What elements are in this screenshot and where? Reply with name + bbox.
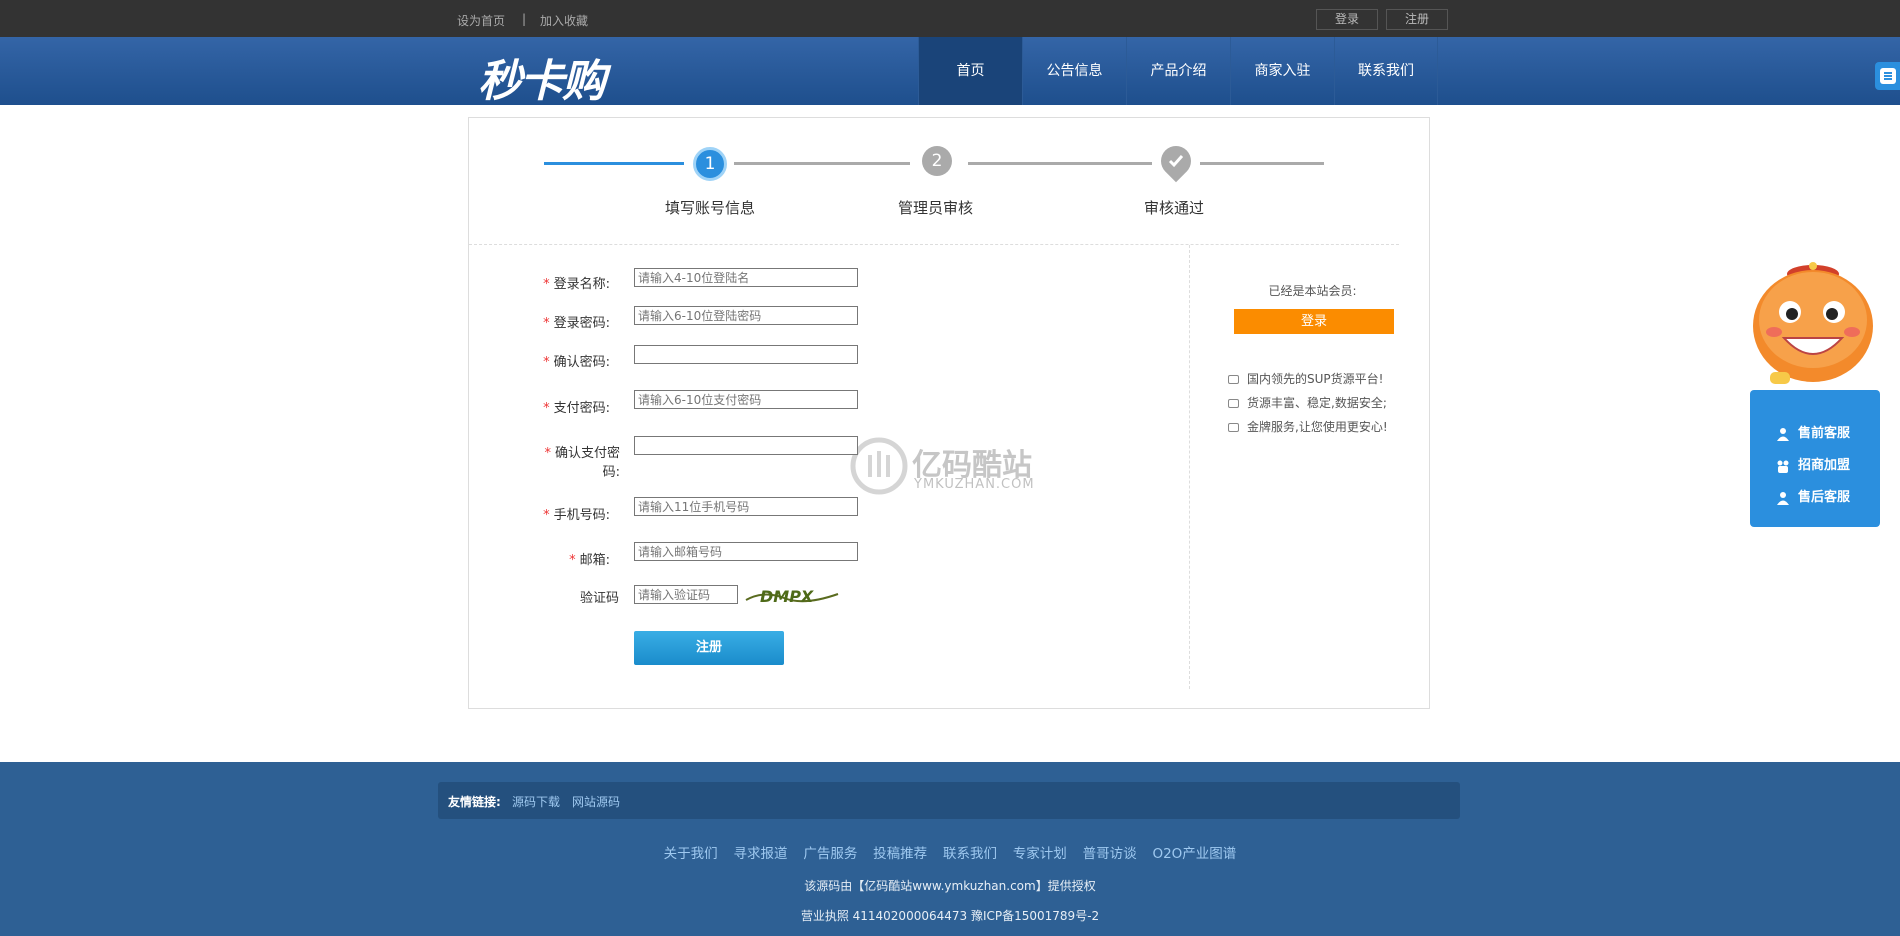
presale-service-link[interactable]: 售前客服: [1776, 422, 1850, 441]
person-icon: [1777, 491, 1789, 505]
confirm-password-label: * 确认密码:: [543, 355, 610, 370]
aftersale-service-link[interactable]: 售后客服: [1776, 486, 1850, 505]
footer-links: 关于我们 寻求报道 广告服务 投稿推荐 联系我们 专家计划 普哥访谈 O2O产业…: [0, 842, 1900, 862]
check-icon: [1168, 155, 1184, 168]
feature-item: 金牌服务,让您使用更安心!: [1228, 418, 1388, 435]
chat-bubble-icon: [1228, 423, 1239, 432]
footer-copyright: 该源码由【亿码酷站www.ymkuzhan.com】提供授权: [804, 879, 1096, 893]
email-label: * 邮箱:: [569, 553, 610, 568]
side-share-tab[interactable]: [1875, 62, 1900, 90]
share-icon: [1880, 68, 1896, 84]
footer-link[interactable]: 联系我们: [943, 846, 997, 862]
franchise-link[interactable]: 招商加盟: [1776, 454, 1850, 473]
nav-products[interactable]: 产品介绍: [1126, 37, 1230, 105]
step-3-marker: [1154, 139, 1198, 183]
footer-link[interactable]: 投稿推荐: [873, 846, 927, 862]
phone-label: * 手机号码:: [543, 508, 610, 523]
login-password-label: * 登录密码:: [543, 316, 610, 331]
nav-home[interactable]: 首页: [918, 37, 1022, 105]
logo[interactable]: 秒卡购: [478, 45, 606, 109]
top-login-button[interactable]: 登录: [1316, 9, 1378, 30]
footer-link[interactable]: 专家计划: [1013, 846, 1067, 862]
mascot-icon: [1753, 262, 1873, 384]
column-divider: [1189, 245, 1190, 689]
footer-link[interactable]: 普哥访谈: [1083, 846, 1137, 862]
member-prompt: 已经是本站会员:: [1268, 284, 1357, 298]
login-name-label: * 登录名称:: [543, 277, 610, 292]
login-password-input[interactable]: [634, 306, 858, 325]
step-1-label: 填写账号信息: [665, 199, 756, 217]
watermark-subtext: YMKUZHAN.COM: [914, 477, 1035, 492]
watermark-logo-icon: [850, 437, 908, 495]
step-2-circle: 2: [922, 146, 952, 176]
step-line: [1200, 162, 1324, 165]
footer-link[interactable]: 广告服务: [803, 846, 857, 862]
footer-license: 营业执照 411402000064473 豫ICP备15001789号-2: [800, 909, 1100, 923]
set-home-link[interactable]: 设为首页: [457, 12, 505, 29]
pay-password-label: * 支付密码:: [543, 401, 610, 416]
step-line: [968, 162, 1152, 165]
group-icon: [1777, 460, 1789, 473]
favorite-link[interactable]: 加入收藏: [540, 12, 588, 29]
confirm-pay-password-input[interactable]: [634, 436, 858, 455]
top-bar: 设为首页 | 加入收藏 登录 注册: [0, 0, 1900, 37]
step-line-active: [544, 162, 684, 165]
footer-link[interactable]: 寻求报道: [734, 846, 788, 862]
nav-announcements[interactable]: 公告信息: [1022, 37, 1126, 105]
step-line: [734, 162, 910, 165]
footer-link[interactable]: 关于我们: [664, 846, 718, 862]
friend-links-label: 友情链接:: [448, 795, 501, 809]
top-separator: |: [522, 12, 527, 26]
top-register-button[interactable]: 注册: [1386, 9, 1448, 30]
friend-links-bar: 友情链接: 源码下载 网站源码: [438, 782, 1460, 819]
nav-contact[interactable]: 联系我们: [1334, 37, 1438, 105]
header: 秒卡购 首页 公告信息 产品介绍 商家入驻 联系我们: [0, 37, 1900, 107]
step-2-label: 管理员审核: [898, 199, 974, 217]
login-name-input[interactable]: [634, 268, 858, 287]
register-submit-button[interactable]: 注册: [634, 631, 784, 665]
section-divider: [469, 244, 1399, 245]
captcha-image[interactable]: DMPX: [744, 580, 840, 612]
pay-password-input[interactable]: [634, 390, 858, 409]
confirm-password-input[interactable]: [634, 345, 858, 364]
phone-input[interactable]: [634, 497, 858, 516]
step-3-label: 审核通过: [1144, 199, 1205, 217]
captcha-input[interactable]: [634, 585, 738, 604]
chat-bubble-icon: [1228, 375, 1239, 384]
feature-item: 国内领先的SUP货源平台!: [1228, 370, 1383, 387]
captcha-text: DMPX: [760, 587, 814, 606]
feature-item: 货源丰富、稳定,数据安全;: [1228, 394, 1387, 411]
main-nav: 首页 公告信息 产品介绍 商家入驻 联系我们: [918, 37, 1438, 105]
step-1-circle: 1: [693, 147, 727, 181]
confirm-pay-password-label: * 确认支付密 码:: [544, 446, 620, 480]
email-input[interactable]: [634, 542, 858, 561]
person-icon: [1777, 427, 1789, 441]
friend-link[interactable]: 网站源码: [572, 793, 620, 810]
friend-link[interactable]: 源码下载: [512, 793, 560, 810]
member-login-button[interactable]: 登录: [1234, 309, 1394, 334]
chat-bubble-icon: [1228, 399, 1239, 408]
service-panel: 售前客服 招商加盟 售后客服: [1750, 390, 1880, 527]
footer-link[interactable]: O2O产业图谱: [1152, 846, 1236, 862]
captcha-label: 验证码: [579, 591, 619, 606]
nav-merchant-join[interactable]: 商家入驻: [1230, 37, 1334, 105]
